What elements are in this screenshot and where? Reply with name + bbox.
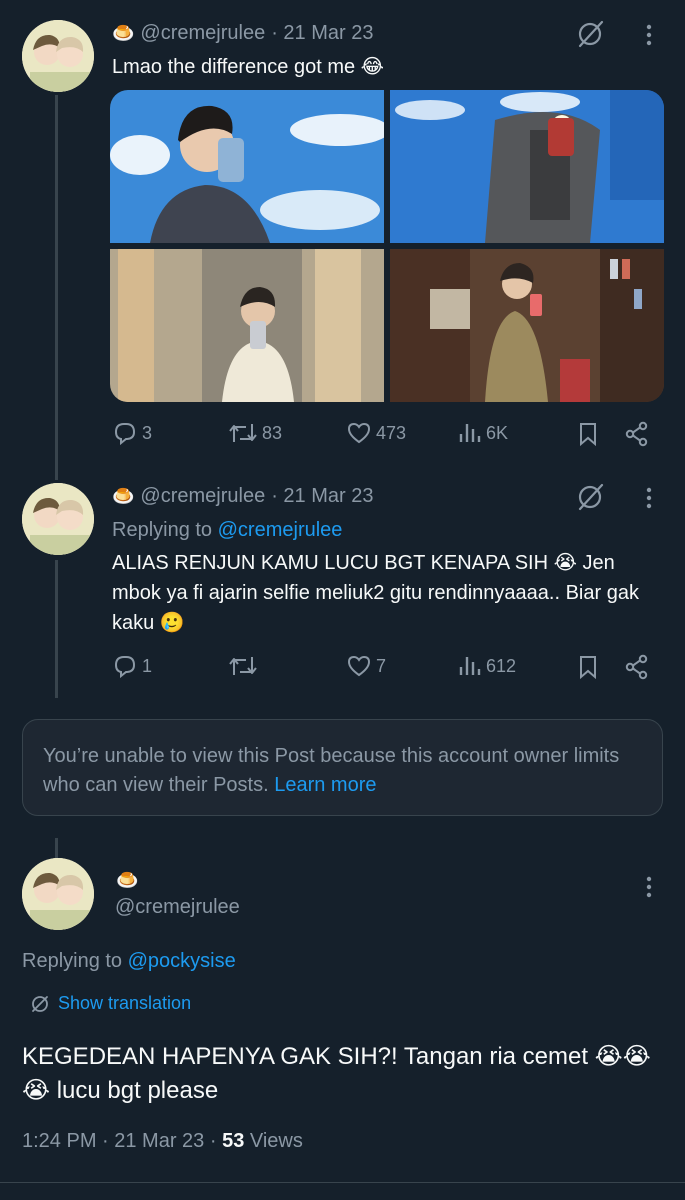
views-button[interactable]: 6K	[458, 420, 508, 446]
retweet-count: 83	[262, 422, 283, 443]
replying-to: Replying to @cremejrulee	[112, 519, 343, 541]
avatar[interactable]	[22, 483, 94, 555]
grok-icon[interactable]	[575, 482, 605, 512]
bookmark-icon[interactable]	[576, 654, 600, 680]
reply-icon	[114, 656, 136, 679]
translate-icon	[32, 995, 48, 1012]
reply-button[interactable]: 3	[112, 420, 152, 446]
tweet-date[interactable]: · 21 Mar 23	[271, 485, 373, 508]
replying-handle[interactable]: @pockysise	[128, 950, 236, 972]
views-button[interactable]: 612	[458, 653, 516, 679]
tweet-date[interactable]: · 21 Mar 23	[271, 22, 373, 45]
views-count: 53	[222, 1130, 245, 1152]
more-icon[interactable]	[640, 22, 658, 48]
reply-icon	[114, 423, 136, 446]
views-count: 612	[486, 655, 517, 676]
views-count: 6K	[486, 422, 509, 443]
tweet-actions: 1 7 612	[112, 653, 652, 681]
tweet-meta: 1:24 PM · 21 Mar 23 · 53 Views	[22, 1130, 303, 1153]
pudding-emoji: 🍮	[116, 870, 139, 890]
reply-count: 3	[142, 422, 153, 443]
author-handle[interactable]: @cremejrulee	[140, 485, 265, 508]
replying-to: Replying to @pockysise	[22, 950, 236, 972]
pudding-emoji: 🍮	[112, 486, 135, 506]
tweet-timestamp[interactable]: 1:24 PM · 21 Mar 23 ·	[22, 1130, 222, 1152]
tweet-header: 🍮 @cremejrulee · 21 Mar 23	[112, 485, 373, 508]
tweet-actions: 3 83 473 6K	[112, 420, 652, 448]
retweet-icon	[229, 657, 257, 675]
learn-more-link[interactable]: Learn more	[274, 774, 376, 796]
bookmark-icon[interactable]	[576, 421, 600, 447]
grok-icon[interactable]	[575, 19, 605, 49]
media-photo[interactable]	[390, 249, 664, 402]
author-handle[interactable]: @cremejrulee	[115, 896, 240, 919]
reply-count: 1	[142, 655, 153, 676]
like-count: 7	[376, 655, 387, 676]
tweet-text: Lmao the difference got me 😂	[112, 56, 385, 78]
views-icon	[459, 657, 481, 675]
pudding-emoji: 🍮	[112, 23, 135, 43]
like-icon	[347, 422, 371, 444]
media-photo[interactable]	[110, 249, 384, 402]
media-grid[interactable]	[110, 90, 664, 402]
like-button[interactable]: 7	[346, 653, 386, 679]
media-photo[interactable]	[390, 90, 664, 243]
tweet[interactable]: 🍮 @cremejrulee · 21 Mar 23 Replying to @…	[0, 475, 685, 705]
tweet-text: KEGEDEAN HAPENYA GAK SIH?! Tangan ria ce…	[22, 1043, 651, 1104]
show-translation[interactable]: Show translation	[30, 993, 191, 1014]
retweet-button[interactable]: 83	[228, 420, 282, 446]
tweet-header: 🍮 @cremejrulee · 21 Mar 23	[112, 22, 373, 45]
avatar[interactable]	[22, 20, 94, 92]
views-icon	[459, 424, 481, 442]
retweet-button[interactable]	[228, 653, 262, 679]
replying-handle[interactable]: @cremejrulee	[218, 519, 343, 541]
more-icon[interactable]	[640, 485, 658, 511]
share-icon[interactable]	[624, 421, 650, 447]
divider	[0, 1182, 685, 1183]
like-button[interactable]: 473	[346, 420, 406, 446]
retweet-icon	[229, 424, 257, 442]
views-label: Views	[244, 1130, 303, 1152]
like-count: 473	[376, 422, 407, 443]
share-icon[interactable]	[624, 654, 650, 680]
media-photo[interactable]	[110, 90, 384, 243]
focused-tweet: 🍮 @cremejrulee Replying to @pockysise Sh…	[0, 850, 685, 1170]
author-handle[interactable]: @cremejrulee	[140, 22, 265, 45]
like-icon	[347, 655, 371, 677]
reply-button[interactable]: 1	[112, 653, 152, 679]
more-icon[interactable]	[640, 874, 658, 900]
tweet[interactable]: 🍮 @cremejrulee · 21 Mar 23 Lmao the diff…	[0, 0, 685, 470]
avatar[interactable]	[22, 858, 94, 930]
tweet-text: ALIAS RENJUN KAMU LUCU BGT KENAPA SIH 😭 …	[112, 552, 639, 634]
restricted-post-notice: You’re unable to view this Post because …	[22, 719, 663, 816]
